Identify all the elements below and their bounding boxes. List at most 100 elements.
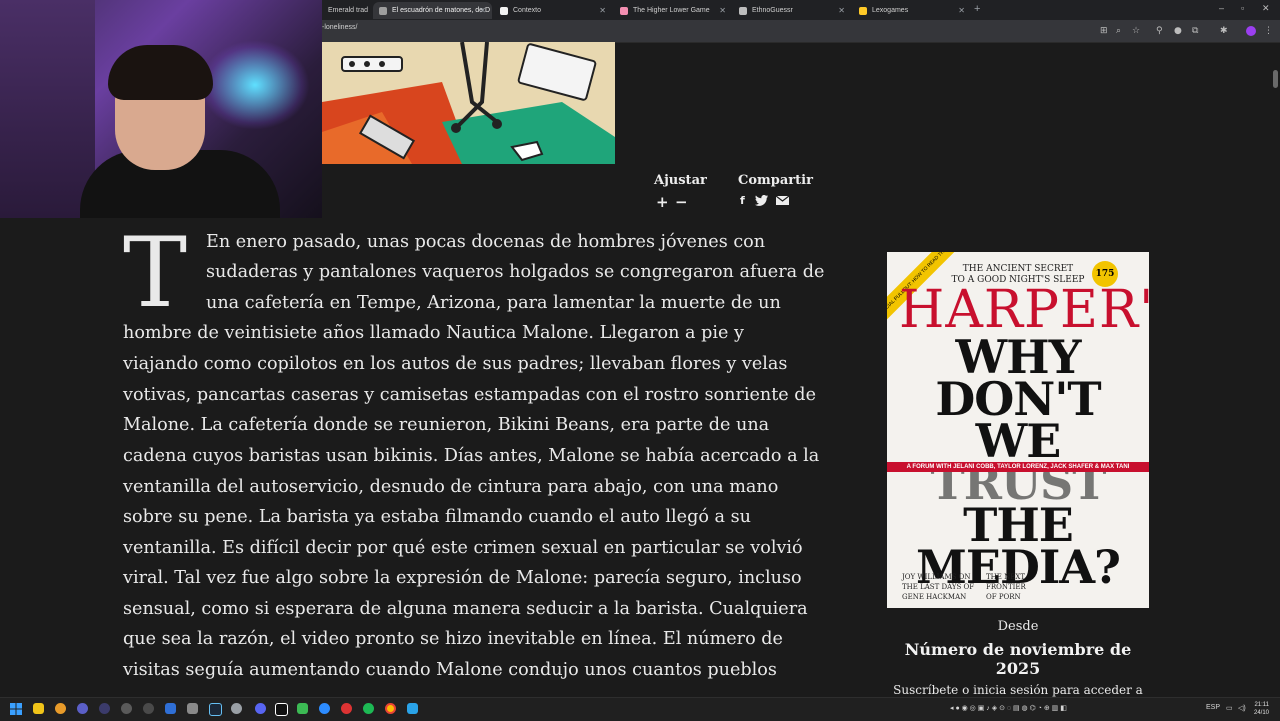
favicon-icon: [379, 6, 387, 15]
tab-label: EthnoGuessr: [752, 7, 793, 14]
article-line: ventanilla del autoservicio, desnudo de …: [123, 477, 779, 497]
tab-article-active[interactable]: El escuadrón de matones, de D ✕: [373, 2, 492, 19]
adjust-label: Ajustar: [654, 173, 707, 188]
favicon-icon: [859, 6, 867, 15]
illustration-art: [322, 42, 615, 164]
zoom-icon[interactable]: ⌕: [1116, 26, 1121, 36]
issue-from-label: Desde: [997, 619, 1039, 634]
webcam-overlay: [0, 0, 322, 218]
email-icon[interactable]: [776, 196, 789, 205]
close-tab-icon[interactable]: ✕: [838, 6, 845, 15]
close-tab-icon[interactable]: ✕: [479, 6, 486, 15]
issue-title[interactable]: Número de noviembre de 2025: [887, 640, 1149, 678]
extension-icon[interactable]: ⚲: [1156, 26, 1163, 36]
clock-date: 24/10: [1254, 710, 1270, 716]
cover-feature-line: FRONTIER: [986, 583, 1026, 591]
tab-contexto[interactable]: Contexto ✕: [494, 2, 612, 19]
close-tab-icon[interactable]: ✕: [719, 6, 726, 15]
magazine-cover[interactable]: THE ANCIENT SECRET TO A GOOD NIGHT'S SLE…: [887, 252, 1149, 608]
article-line: hombre de veintisiete años llamado Nauti…: [123, 323, 744, 343]
extension-icon[interactable]: ●: [1174, 26, 1182, 36]
app-icon[interactable]: [165, 703, 176, 714]
tab-ethnoguessr[interactable]: EthnoGuessr ✕: [733, 2, 851, 19]
spotify-icon[interactable]: [363, 703, 374, 714]
tab-label: Lexogames: [872, 7, 909, 14]
article-line: cadena cuyos baristas usan bikinis. Días…: [123, 446, 820, 466]
volume-icon[interactable]: ◁): [1238, 704, 1246, 712]
tab-emerald[interactable]: Emerald trad: [322, 2, 372, 19]
clock-time: 21:11: [1254, 702, 1270, 708]
system-clock[interactable]: 21:11 24/10: [1254, 701, 1269, 717]
translate-icon[interactable]: ⊞: [1100, 26, 1108, 36]
tab-label: Contexto: [513, 7, 542, 14]
favicon-icon: [620, 6, 628, 15]
font-decrease-button[interactable]: −: [675, 193, 688, 211]
cover-feature-line: OF PORN: [986, 593, 1021, 601]
article-illustration: [322, 42, 615, 164]
cover-feature-right: THE NEXT FRONTIER OF PORN: [986, 572, 1026, 602]
article-line: una cafetería en Tempe, Arizona, para la…: [206, 293, 781, 313]
article-line: viral. Tal vez fue algo sobre la expresi…: [123, 568, 802, 588]
cover-feature-line: GENE HACKMAN: [902, 593, 967, 601]
webcam-background-shelf: [0, 0, 95, 218]
steam-icon[interactable]: [209, 703, 222, 716]
webcam-led-light: [200, 40, 310, 130]
maximize-icon[interactable]: ▫: [1241, 3, 1244, 13]
close-tab-icon[interactable]: ✕: [958, 6, 965, 15]
cover-feature-line: THE LAST DAYS OF: [902, 583, 975, 591]
tab-higher-lower[interactable]: The Higher Lower Game ✕: [614, 2, 732, 19]
app-icon[interactable]: [187, 703, 198, 714]
app-icon[interactable]: [231, 703, 242, 714]
article-line: En enero pasado, unas pocas docenas de h…: [206, 232, 766, 252]
article-dropcap: T: [123, 217, 188, 329]
new-tab-icon[interactable]: +: [974, 3, 980, 15]
share-label: Compartir: [738, 173, 813, 188]
app-icon[interactable]: [319, 703, 330, 714]
discord-icon[interactable]: [255, 703, 266, 714]
profile-avatar[interactable]: [1246, 26, 1256, 36]
article-line: viajando como copilotos en los autos de …: [123, 354, 788, 374]
bookmarks-icon[interactable]: ✱: [1220, 26, 1228, 36]
cover-feature-line: THE NEXT: [986, 573, 1025, 581]
tray-icons[interactable]: ◂ ● ◉ ◎ ▣ ♪ ◈ ⊙ ◌ ▤ ◍ ⌬ ◔ ⊕ ▥ ◧: [950, 704, 1067, 712]
font-increase-button[interactable]: +: [656, 193, 669, 211]
app-icon[interactable]: [99, 703, 110, 714]
app-icon[interactable]: [121, 703, 132, 714]
article-line: ventanilla. Es difícil decir por qué est…: [123, 538, 803, 558]
favicon-icon: [739, 6, 747, 15]
tab-lexogames[interactable]: Lexogames ✕: [853, 2, 971, 19]
language-indicator[interactable]: ESP: [1206, 704, 1220, 711]
article-line: sensual, como si esperara de alguna mane…: [123, 599, 808, 619]
app-icon[interactable]: [297, 703, 308, 714]
close-window-icon[interactable]: ✕: [1262, 3, 1270, 14]
windows-taskbar: ◂ ● ◉ ◎ ▣ ♪ ◈ ⊙ ◌ ▤ ◍ ⌬ ◔ ⊕ ▥ ◧ ESP ▭ ◁)…: [0, 697, 1280, 721]
webcam-person-hair: [108, 45, 213, 100]
obs-icon[interactable]: [341, 703, 352, 714]
app-icon[interactable]: [77, 703, 88, 714]
url-text[interactable]: -loneliness/: [322, 24, 357, 31]
app-icon[interactable]: [143, 703, 154, 714]
cover-feature-left: JOY WILLIAMS ON THE LAST DAYS OF GENE HA…: [902, 572, 974, 602]
facebook-icon[interactable]: f: [740, 194, 745, 207]
cover-feature-line: JOY WILLIAMS ON: [902, 573, 971, 581]
network-icon[interactable]: ▭: [1226, 704, 1233, 712]
article-line: sobre su pene. La barista ya estaba film…: [123, 507, 751, 527]
windows-start-icon[interactable]: [10, 703, 22, 715]
cover-anniversary-badge: 175: [1092, 261, 1118, 287]
cover-forum-banner: A FORUM WITH JELANI COBB, TAYLOR LORENZ,…: [887, 462, 1149, 472]
close-tab-icon[interactable]: ✕: [599, 6, 606, 15]
article-line: que sea la razón, el video pronto se hiz…: [123, 629, 783, 649]
app-icon[interactable]: [407, 703, 418, 714]
file-explorer-icon[interactable]: [33, 703, 44, 714]
minimize-icon[interactable]: –: [1219, 3, 1224, 13]
search-icon[interactable]: [55, 703, 66, 714]
article-line: visitas seguía aumentando cuando Malone …: [123, 660, 777, 680]
menu-icon[interactable]: ⋮: [1264, 26, 1273, 36]
tiktok-icon[interactable]: [275, 703, 288, 716]
tab-label: Emerald trad: [328, 7, 369, 14]
twitter-icon[interactable]: [755, 195, 768, 206]
chrome-icon[interactable]: [385, 703, 396, 714]
puzzle-icon[interactable]: ⧉: [1192, 26, 1198, 36]
scrollbar-thumb[interactable]: [1273, 70, 1278, 88]
bookmark-star-icon[interactable]: ☆: [1132, 26, 1140, 36]
